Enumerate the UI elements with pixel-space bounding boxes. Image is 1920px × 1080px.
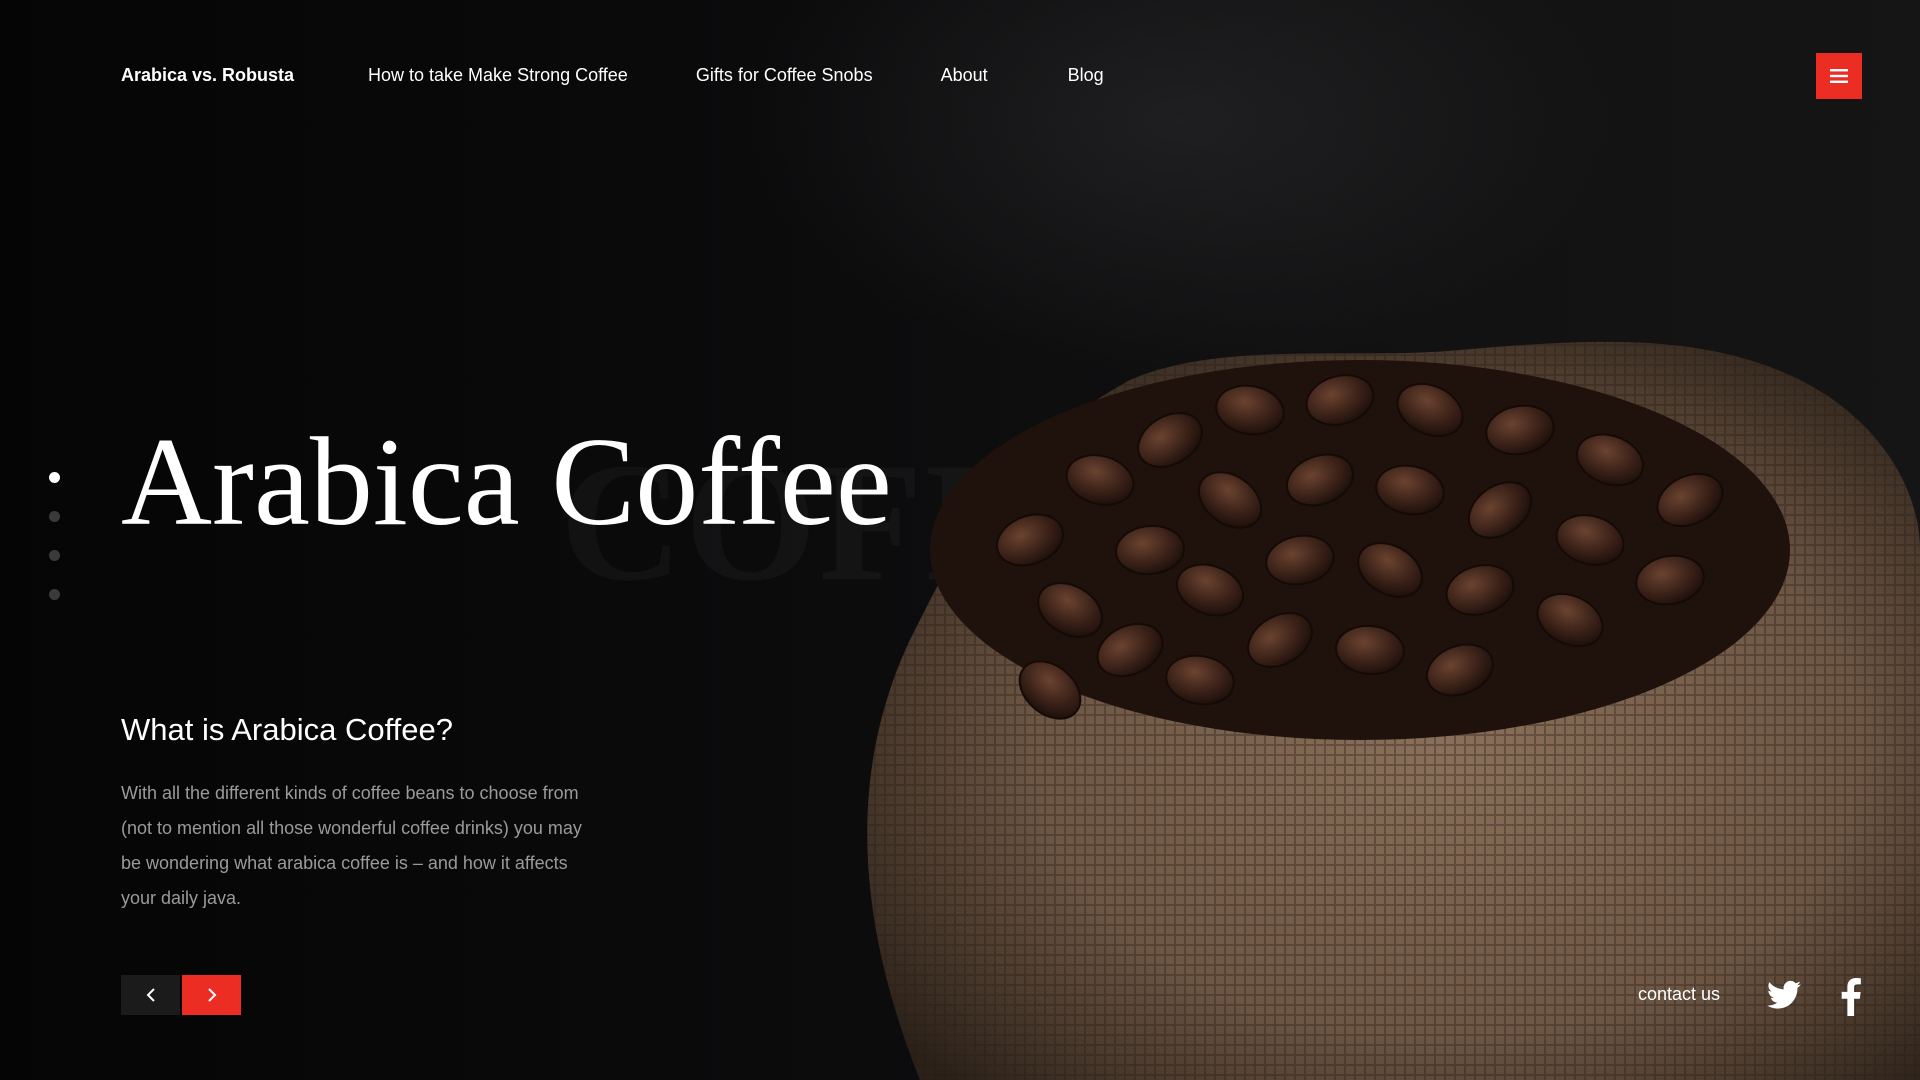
nav-link-gifts[interactable]: Gifts for Coffee Snobs <box>696 65 873 86</box>
nav-link-about[interactable]: About <box>941 65 988 86</box>
hero-subtitle: What is Arabica Coffee? <box>121 712 453 747</box>
slide-dot-1[interactable] <box>49 472 60 483</box>
slide-dots <box>49 472 61 628</box>
slide-dot-2[interactable] <box>49 511 60 522</box>
nav-link-blog[interactable]: Blog <box>1068 65 1104 86</box>
hero-title: Arabica Coffee <box>121 413 892 552</box>
facebook-link[interactable] <box>1840 978 1862 1016</box>
slide-dot-3[interactable] <box>49 550 60 561</box>
site-brand[interactable]: Arabica vs. Robusta <box>121 65 294 86</box>
twitter-icon <box>1767 980 1801 1009</box>
menu-button[interactable] <box>1816 53 1862 99</box>
main-nav: How to take Make Strong Coffee Gifts for… <box>368 65 1172 86</box>
hero-description: With all the different kinds of coffee b… <box>121 783 582 908</box>
chevron-right-icon <box>207 988 216 1002</box>
nav-link-strong-coffee[interactable]: How to take Make Strong Coffee <box>368 65 628 86</box>
facebook-icon <box>1841 978 1861 1016</box>
chevron-left-icon <box>146 988 155 1002</box>
next-slide-button[interactable] <box>182 975 241 1015</box>
hamburger-icon <box>1830 69 1848 83</box>
twitter-link[interactable] <box>1767 980 1801 1010</box>
prev-slide-button[interactable] <box>121 975 180 1015</box>
coffee-beans-sack-image <box>867 341 1920 1080</box>
contact-us-link[interactable]: contact us <box>1638 984 1720 1005</box>
slide-dot-4[interactable] <box>49 589 60 600</box>
